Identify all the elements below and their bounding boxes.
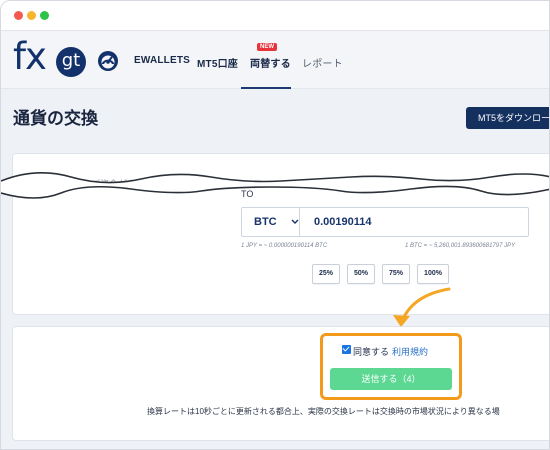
new-badge: NEW	[257, 43, 277, 51]
top-navigation: fx gt EWALLETS MT5口座 両替する NEW レポート	[1, 31, 549, 89]
confirm-card	[12, 326, 549, 441]
orange-arrow-icon	[393, 287, 451, 327]
nav-mt5-account[interactable]: MT5口座	[197, 55, 238, 70]
close-window-button[interactable]	[14, 11, 23, 20]
active-tab-indicator	[241, 87, 291, 89]
title-bar	[1, 1, 549, 31]
chevron-down-icon	[291, 219, 299, 224]
maximize-window-button[interactable]	[40, 11, 49, 20]
torn-edge-divider	[1, 172, 549, 199]
currency-value: BTC	[254, 216, 277, 228]
agree-checkbox[interactable]	[342, 345, 351, 354]
download-mt5-button[interactable]: MT5をダウンロード	[466, 107, 549, 129]
nav-reports[interactable]: レポート	[302, 55, 343, 70]
percent-50-button[interactable]: 50%	[347, 264, 375, 284]
disclaimer-text: 換算レートは10秒ごとに更新される都合上、実際の交換レートは交換時の市場状況によ…	[147, 407, 500, 416]
terms-link[interactable]: 利用規約	[392, 345, 428, 358]
percent-25-button[interactable]: 25%	[312, 264, 340, 284]
agree-label: 同意する	[353, 347, 390, 357]
nav-ewallets[interactable]: EWALLETS	[134, 55, 190, 66]
to-label: TO	[241, 189, 254, 199]
amount-input[interactable]: 0.00190114	[314, 208, 372, 236]
rate-jpy-to-btc: 1 JPY = ~ 0.000000190114 BTC	[241, 243, 328, 249]
to-amount-row: BTC 0.00190114	[241, 207, 529, 237]
nav-exchange[interactable]: 両替する	[250, 55, 291, 70]
currency-select[interactable]: BTC	[242, 208, 300, 236]
logo-badge: gt	[56, 47, 86, 77]
minimize-window-button[interactable]	[27, 11, 36, 20]
dashboard-gauge-icon[interactable]	[97, 50, 119, 72]
submit-button[interactable]: 送信する（4）	[330, 368, 452, 390]
fxgt-logo[interactable]: fx gt	[13, 35, 91, 79]
logo-text: fx	[13, 35, 47, 78]
page-title: 通貨の交換	[13, 109, 98, 128]
rate-btc-to-jpy: 1 BTC = ~ 5,260,001.893600681797 JPY	[405, 243, 516, 249]
app-window: fx gt EWALLETS MT5口座 両替する NEW レポート 通貨の交換…	[0, 0, 550, 450]
